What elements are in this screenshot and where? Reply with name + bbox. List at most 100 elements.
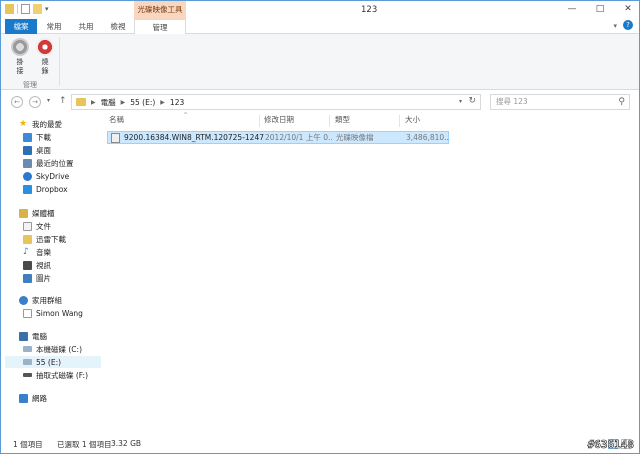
nav-downloads[interactable]: 下載 bbox=[23, 131, 51, 143]
recent-places-icon bbox=[23, 158, 32, 168]
nav-videos[interactable]: 視訊 bbox=[23, 259, 51, 271]
burn-button[interactable]: 燒錄 bbox=[34, 38, 56, 76]
column-header-name[interactable]: 名稱 bbox=[109, 113, 124, 127]
maximize-icon[interactable]: □ bbox=[593, 3, 607, 15]
disc-image-file-icon bbox=[111, 133, 120, 143]
minimize-icon[interactable]: — bbox=[565, 3, 579, 15]
column-header-size[interactable]: 大小 bbox=[405, 113, 420, 127]
nav-label: 視訊 bbox=[36, 260, 51, 270]
tab-share[interactable]: 共用 bbox=[71, 19, 101, 34]
nav-music[interactable]: ♪ 音樂 bbox=[23, 246, 51, 258]
tab-file[interactable]: 檔案 bbox=[5, 19, 37, 34]
nav-drive-e[interactable]: 55 (E:) bbox=[5, 356, 101, 368]
refresh-icon[interactable]: ↻ bbox=[468, 96, 476, 106]
network-icon bbox=[19, 393, 28, 403]
help-icon[interactable]: ? bbox=[623, 20, 633, 30]
address-dropdown-icon[interactable]: ▾ bbox=[459, 98, 462, 105]
tab-view[interactable]: 檢視 bbox=[103, 19, 133, 34]
nav-homegroup[interactable]: 家用群組 bbox=[19, 294, 62, 306]
nav-label: Simon Wang bbox=[36, 308, 83, 318]
address-bar[interactable]: ▶ 電腦 ▶ 55 (E:) ▶ 123 ▾ ↻ bbox=[71, 94, 481, 110]
context-tab-header: 光碟映像工具 bbox=[134, 1, 186, 19]
search-icon[interactable]: ⚲ bbox=[618, 95, 625, 109]
navigation-bar: ← → ▾ ↑ ▶ 電腦 ▶ 55 (E:) ▶ 123 ▾ ↻ 搜尋 123 … bbox=[1, 91, 639, 113]
nav-label: 我的最愛 bbox=[32, 119, 62, 129]
music-icon: ♪ bbox=[23, 246, 29, 257]
disc-drive-icon bbox=[11, 38, 29, 56]
nav-label: SkyDrive bbox=[36, 171, 70, 181]
dropbox-icon bbox=[23, 184, 32, 194]
nav-network[interactable]: 網路 bbox=[19, 392, 47, 404]
breadcrumb-folder[interactable]: 123 bbox=[170, 98, 184, 107]
breadcrumb-arrow-icon[interactable]: ▶ bbox=[121, 99, 126, 106]
ribbon-expand-icon[interactable]: ▾ bbox=[613, 22, 617, 30]
hard-drive-icon bbox=[23, 346, 32, 352]
nav-label: 抽取式磁碟 (F:) bbox=[36, 370, 88, 380]
nav-dropbox[interactable]: Dropbox bbox=[23, 183, 68, 195]
nav-recent[interactable]: 最近的位置 bbox=[23, 157, 74, 169]
nav-computer[interactable]: 電腦 bbox=[19, 330, 47, 342]
recent-locations-icon[interactable]: ▾ bbox=[47, 97, 50, 104]
file-type: 光碟映像檔 bbox=[336, 133, 374, 142]
forward-icon[interactable]: → bbox=[29, 96, 41, 108]
nav-drive-f[interactable]: 抽取式磁碟 (F:) bbox=[23, 369, 88, 381]
documents-icon bbox=[23, 221, 32, 231]
nav-drive-c[interactable]: 本機磁碟 (C:) bbox=[23, 343, 82, 355]
nav-documents[interactable]: 文件 bbox=[23, 220, 51, 232]
column-divider[interactable] bbox=[329, 115, 330, 127]
ribbon-panel: 掛接 燒錄 管理 bbox=[1, 34, 639, 90]
ribbon-group-divider bbox=[59, 38, 60, 86]
back-icon[interactable]: ← bbox=[11, 96, 23, 108]
nav-label: 音樂 bbox=[36, 247, 51, 257]
selected-size: 3.32 GB bbox=[111, 439, 142, 448]
nav-favorites[interactable]: ★ 我的最愛 bbox=[19, 118, 62, 130]
watermark: #636148 bbox=[587, 438, 634, 452]
nav-pictures[interactable]: 圖片 bbox=[23, 272, 51, 284]
burn-label: 燒錄 bbox=[41, 58, 49, 75]
sort-arrow-icon: ^ bbox=[183, 112, 189, 119]
title-bar: ▾ 光碟映像工具 123 — □ ✕ bbox=[1, 1, 639, 19]
column-divider[interactable] bbox=[259, 115, 260, 127]
file-list: 名稱 ^ 修改日期 類型 大小 9200.16384.WIN8_RTM.1207… bbox=[105, 112, 629, 433]
customize-toolbar-icon[interactable]: ▾ bbox=[45, 5, 49, 13]
nav-label: 電腦 bbox=[32, 331, 47, 341]
star-icon: ★ bbox=[19, 118, 28, 129]
breadcrumb-arrow-icon[interactable]: ▶ bbox=[91, 99, 96, 106]
library-icon bbox=[19, 208, 28, 218]
nav-label: 家用群組 bbox=[32, 295, 62, 305]
tab-home[interactable]: 常用 bbox=[39, 19, 69, 34]
nav-label: 迅雷下載 bbox=[36, 234, 66, 244]
search-input[interactable]: 搜尋 123 ⚲ bbox=[490, 94, 630, 110]
breadcrumb-computer[interactable]: 電腦 bbox=[101, 97, 116, 108]
close-icon[interactable]: ✕ bbox=[621, 3, 635, 15]
column-header-date[interactable]: 修改日期 bbox=[264, 113, 294, 127]
burn-disc-icon bbox=[36, 38, 54, 56]
folder-icon bbox=[76, 98, 86, 106]
properties-icon[interactable] bbox=[21, 4, 30, 14]
nav-thunder-downloads[interactable]: 迅雷下載 bbox=[23, 233, 66, 245]
mount-button[interactable]: 掛接 bbox=[9, 38, 31, 76]
status-bar: 1 個項目 已選取 1 個項目 3.32 GB bbox=[1, 437, 639, 453]
nav-skydrive[interactable]: SkyDrive bbox=[23, 170, 69, 182]
nav-label: 網路 bbox=[32, 393, 47, 403]
table-row[interactable]: 9200.16384.WIN8_RTM.120725-1247_... 2012… bbox=[107, 131, 450, 144]
computer-icon bbox=[19, 331, 28, 341]
breadcrumb-drive[interactable]: 55 (E:) bbox=[130, 98, 155, 107]
cloud-icon bbox=[23, 171, 32, 181]
breadcrumb-arrow-icon[interactable]: ▶ bbox=[160, 99, 165, 106]
nav-homegroup-user[interactable]: Simon Wang bbox=[23, 307, 83, 319]
nav-label: 下載 bbox=[36, 132, 51, 142]
column-header-type[interactable]: 類型 bbox=[335, 113, 350, 127]
nav-desktop[interactable]: 桌面 bbox=[23, 144, 51, 156]
column-divider[interactable] bbox=[399, 115, 400, 127]
quick-access-toolbar: ▾ bbox=[5, 4, 49, 14]
tab-manage[interactable]: 管理 bbox=[134, 19, 186, 35]
removable-drive-icon bbox=[23, 373, 32, 377]
nav-libraries[interactable]: 媒體櫃 bbox=[19, 207, 55, 219]
nav-label: 55 (E:) bbox=[36, 357, 62, 367]
up-icon[interactable]: ↑ bbox=[59, 96, 67, 106]
nav-label: Dropbox bbox=[36, 184, 68, 194]
new-folder-icon[interactable] bbox=[33, 4, 42, 14]
window-controls: — □ ✕ bbox=[565, 3, 635, 15]
desktop-icon bbox=[23, 145, 32, 155]
